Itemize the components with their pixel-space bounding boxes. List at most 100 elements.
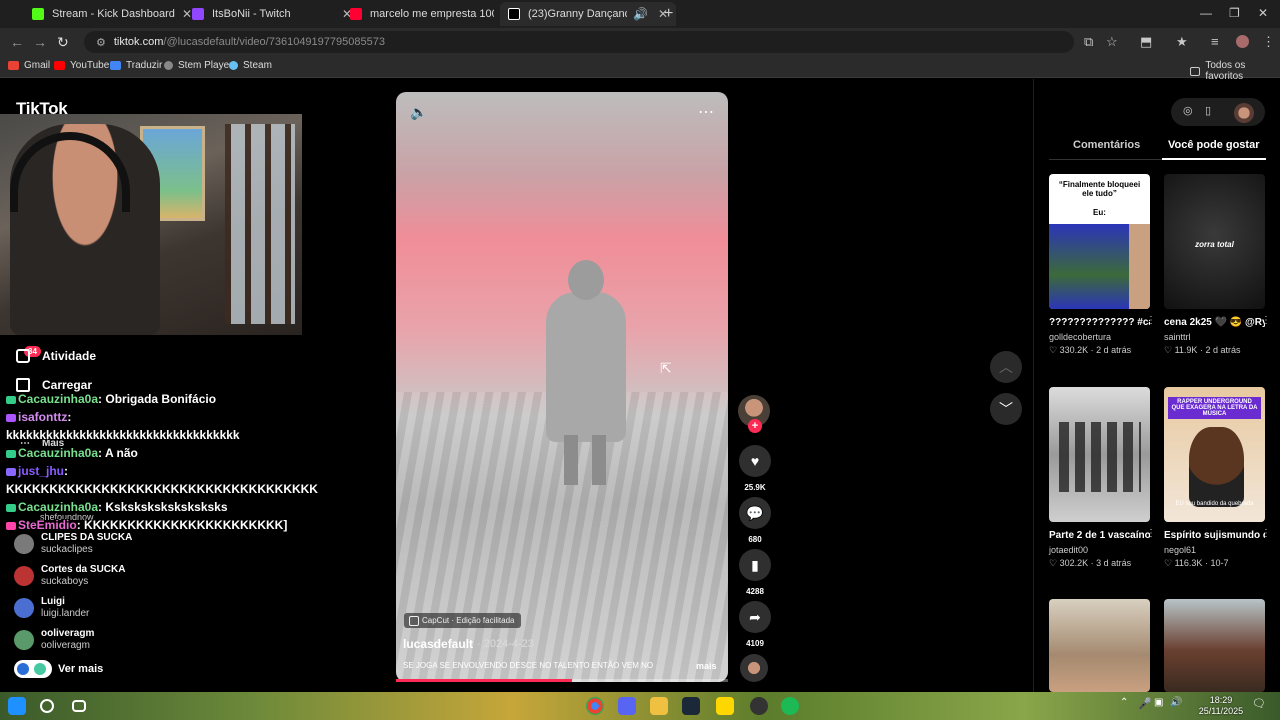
speaker-icon[interactable]: 🔊 (633, 7, 648, 21)
card-user: golldecobertura (1049, 332, 1112, 342)
notifications-icon[interactable]: 🗨 (1252, 697, 1266, 715)
search-icon[interactable] (40, 699, 54, 713)
reload-icon[interactable]: ↻ (57, 34, 69, 51)
mobile-icon[interactable]: ▯ (1205, 104, 1211, 117)
chrome-icon[interactable] (586, 697, 604, 715)
chat-message: isafonttz: (6, 410, 71, 424)
install-app-icon[interactable]: ⧉ (1084, 34, 1093, 50)
follow-plus-button[interactable]: + (748, 419, 762, 433)
recommended-video-card[interactable] (1164, 599, 1265, 692)
obs-icon[interactable] (750, 697, 768, 715)
compass-icon[interactable]: ◎ (1183, 104, 1193, 117)
recommended-video-card[interactable] (1049, 599, 1150, 692)
bookmark-gmail[interactable]: Gmail (8, 60, 50, 71)
caption-more-button[interactable]: mais (696, 661, 717, 671)
sidebar-item-upload[interactable]: Carregar (16, 378, 92, 392)
following-name: Luigi (41, 596, 65, 607)
next-video-button[interactable]: ﹀ (990, 393, 1022, 425)
following-item[interactable]: CLIPES DA SUCKA suckaclipes (14, 532, 132, 556)
user-avatar[interactable] (1234, 103, 1254, 123)
heart-outline-icon: ♡ (1164, 558, 1175, 568)
progress-fill (396, 679, 572, 682)
tab-tiktok[interactable]: (23)Granny Dançando: Se Joga 🔊 ✕ (500, 2, 676, 26)
sticky-notes-icon[interactable] (716, 697, 734, 715)
microphone-icon[interactable]: 🎤 (1138, 697, 1152, 715)
previous-video-button[interactable]: ︿ (990, 351, 1022, 383)
following-item[interactable]: Cortes da SUCKA suckaboys (14, 564, 125, 588)
minimize-icon[interactable]: — (1200, 6, 1212, 20)
network-icon[interactable]: ▣ (1154, 697, 1164, 715)
tab-title: (23)Granny Dançando: Se Joga (528, 8, 627, 20)
recommended-video-card[interactable]: Parte 2 de 1 vascaíno x 30... jotaedit00… (1049, 387, 1156, 569)
new-tab-button[interactable]: + (664, 5, 673, 23)
sidebar-item-activity[interactable]: Atividade (16, 349, 96, 363)
following-item[interactable]: ooliveragm ooliveragm (14, 628, 94, 652)
task-view-icon[interactable] (72, 700, 86, 712)
card-more-icon[interactable]: ⋮ (1146, 315, 1156, 326)
site-info-icon[interactable]: ⚙ (96, 36, 106, 49)
share-button[interactable]: ➦ 4109 (738, 601, 772, 648)
chat-user: Cacauzinha0a (18, 446, 99, 460)
menu-kebab-icon[interactable]: ⋮ (1262, 34, 1275, 50)
volume-tray-icon[interactable]: 🔊 (1170, 697, 1182, 715)
browser-tab-bar: Stream - Kick Dashboard ✕ ItsBoNii - Twi… (0, 0, 1280, 28)
card-more-icon[interactable]: ⋮ (1146, 528, 1156, 539)
restore-icon[interactable]: ❐ (1229, 6, 1240, 20)
discord-icon[interactable] (618, 697, 636, 715)
file-explorer-icon[interactable] (650, 697, 668, 715)
video-progress-bar[interactable] (396, 679, 728, 682)
bookmark-traduzir[interactable]: Traduzir (110, 60, 162, 71)
card-more-icon[interactable]: ⋮ (1261, 528, 1271, 539)
see-more-link[interactable]: Ver mais (14, 660, 103, 678)
bookmark-steam[interactable]: Steam (229, 60, 272, 71)
video-more-icon[interactable]: ⋯ (698, 102, 715, 122)
recommended-video-card[interactable]: “Finalmente bloqueei ele tudo” Eu: ?????… (1049, 174, 1156, 356)
close-window-icon[interactable]: ✕ (1258, 6, 1268, 20)
chat-message: Cacauzinha0a: A não (6, 446, 138, 460)
chat-text: Ksksksksksksksksks (105, 500, 228, 514)
sidebar-item-label: Atividade (42, 349, 97, 363)
bookmark-star-icon[interactable]: ☆ (1106, 34, 1118, 50)
tab-twitch[interactable]: ItsBoNii - Twitch ✕ (184, 2, 360, 26)
back-icon[interactable]: ← (10, 34, 24, 50)
steam-icon[interactable] (682, 697, 700, 715)
taskbar-clock[interactable]: 18:29 25/11/2025 (1196, 695, 1246, 717)
bookmark-youtube[interactable]: YouTube (54, 60, 109, 71)
video-thumbnail: RAPPER UNDERGROUND QUE EXAGERA NA LETRA … (1164, 387, 1265, 522)
navigation-bar: ← → ↻ ⚙ tiktok.com/@lucasdefault/video/7… (0, 28, 1280, 56)
soccer-image (1049, 224, 1129, 309)
recommended-video-card[interactable]: zorra total cena 2k25 🖤 😎 @Ryu, the Runn… (1164, 174, 1271, 356)
forward-icon[interactable]: → (33, 34, 47, 50)
card-more-icon[interactable]: ⋮ (1261, 315, 1271, 326)
following-item[interactable]: Luigi luigi.lander (14, 596, 89, 620)
media-control-icon[interactable]: ≡ (1211, 34, 1219, 49)
tab-you-may-like[interactable]: Você pode gostar (1168, 139, 1259, 151)
card-ago: 2 d atrás (1205, 345, 1241, 355)
comment-button[interactable]: 💬 680 (738, 497, 772, 544)
extensions-icon[interactable]: ⬒ (1140, 34, 1152, 50)
bookmark-label: YouTube (70, 60, 110, 71)
profile-avatar[interactable] (1236, 35, 1249, 48)
tray-chevron-icon[interactable]: ⌃ (1120, 697, 1130, 715)
tab-comments[interactable]: Comentários (1073, 139, 1140, 151)
folder-icon (1190, 66, 1201, 76)
bookmark-stem-player[interactable]: Stem Player (164, 60, 232, 71)
video-player[interactable] (396, 92, 728, 682)
address-bar[interactable]: ⚙ tiktok.com/@lucasdefault/video/7361049… (84, 31, 1074, 53)
tab-kick-dashboard[interactable]: Stream - Kick Dashboard ✕ (24, 2, 200, 26)
volume-icon[interactable]: 🔈 (410, 104, 427, 121)
chat-message: Cacauzinha0a: Obrigada Bonifácio (6, 392, 216, 406)
save-count: 4288 (746, 587, 764, 596)
music-disc-icon[interactable] (740, 654, 768, 682)
card-title: Parte 2 de 1 vascaíno x 30... (1049, 530, 1150, 541)
save-button[interactable]: ▮ 4288 (738, 549, 772, 596)
video-caption: SE JOGA SE ENVOLVENDO DESCE NO TALENTO E… (403, 661, 654, 670)
tab-youtube[interactable]: marcelo me empresta 100 reais ✕ (342, 2, 518, 26)
favorites-icon[interactable]: ★ (1176, 34, 1188, 50)
spotify-icon[interactable] (781, 697, 799, 715)
recommended-video-card[interactable]: RAPPER UNDERGROUND QUE EXAGERA NA LETRA … (1164, 387, 1271, 569)
capcut-tag[interactable]: CapCut · Edição facilitada (404, 613, 521, 628)
video-author[interactable]: lucasdefault (403, 637, 473, 651)
windows-start-icon[interactable] (8, 697, 26, 715)
like-button[interactable]: ♥ 25.9K (738, 445, 772, 492)
